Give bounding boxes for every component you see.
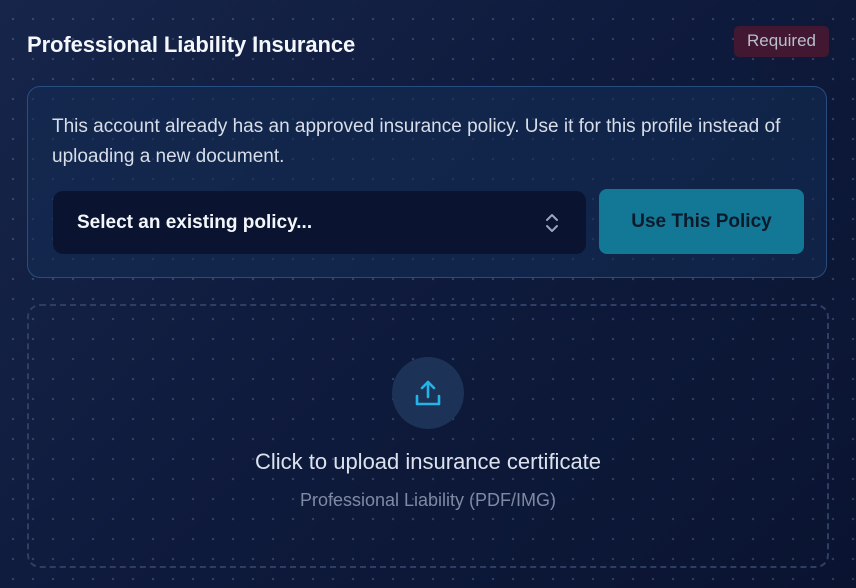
upload-dropzone[interactable]: Click to upload insurance certificate Pr… bbox=[27, 304, 829, 568]
use-this-policy-button[interactable]: Use This Policy bbox=[599, 189, 804, 254]
upload-subtitle: Professional Liability (PDF/IMG) bbox=[299, 490, 557, 510]
existing-policy-select[interactable]: Select an existing policy... bbox=[53, 191, 586, 254]
upload-icon-circle bbox=[392, 357, 464, 429]
upload-title: Click to upload insurance certificate bbox=[254, 449, 602, 474]
chevron-up-down-icon bbox=[546, 214, 558, 232]
section-title: Professional Liability Insurance bbox=[27, 32, 356, 57]
section-header: Professional Liability Insurance Require… bbox=[27, 25, 829, 62]
existing-policy-message: This account already has an approved ins… bbox=[52, 116, 781, 167]
required-badge: Required bbox=[734, 25, 829, 57]
upload-icon bbox=[415, 380, 441, 406]
select-value: Select an existing policy... bbox=[77, 211, 313, 233]
existing-policy-card: This account already has an approved ins… bbox=[27, 86, 827, 278]
